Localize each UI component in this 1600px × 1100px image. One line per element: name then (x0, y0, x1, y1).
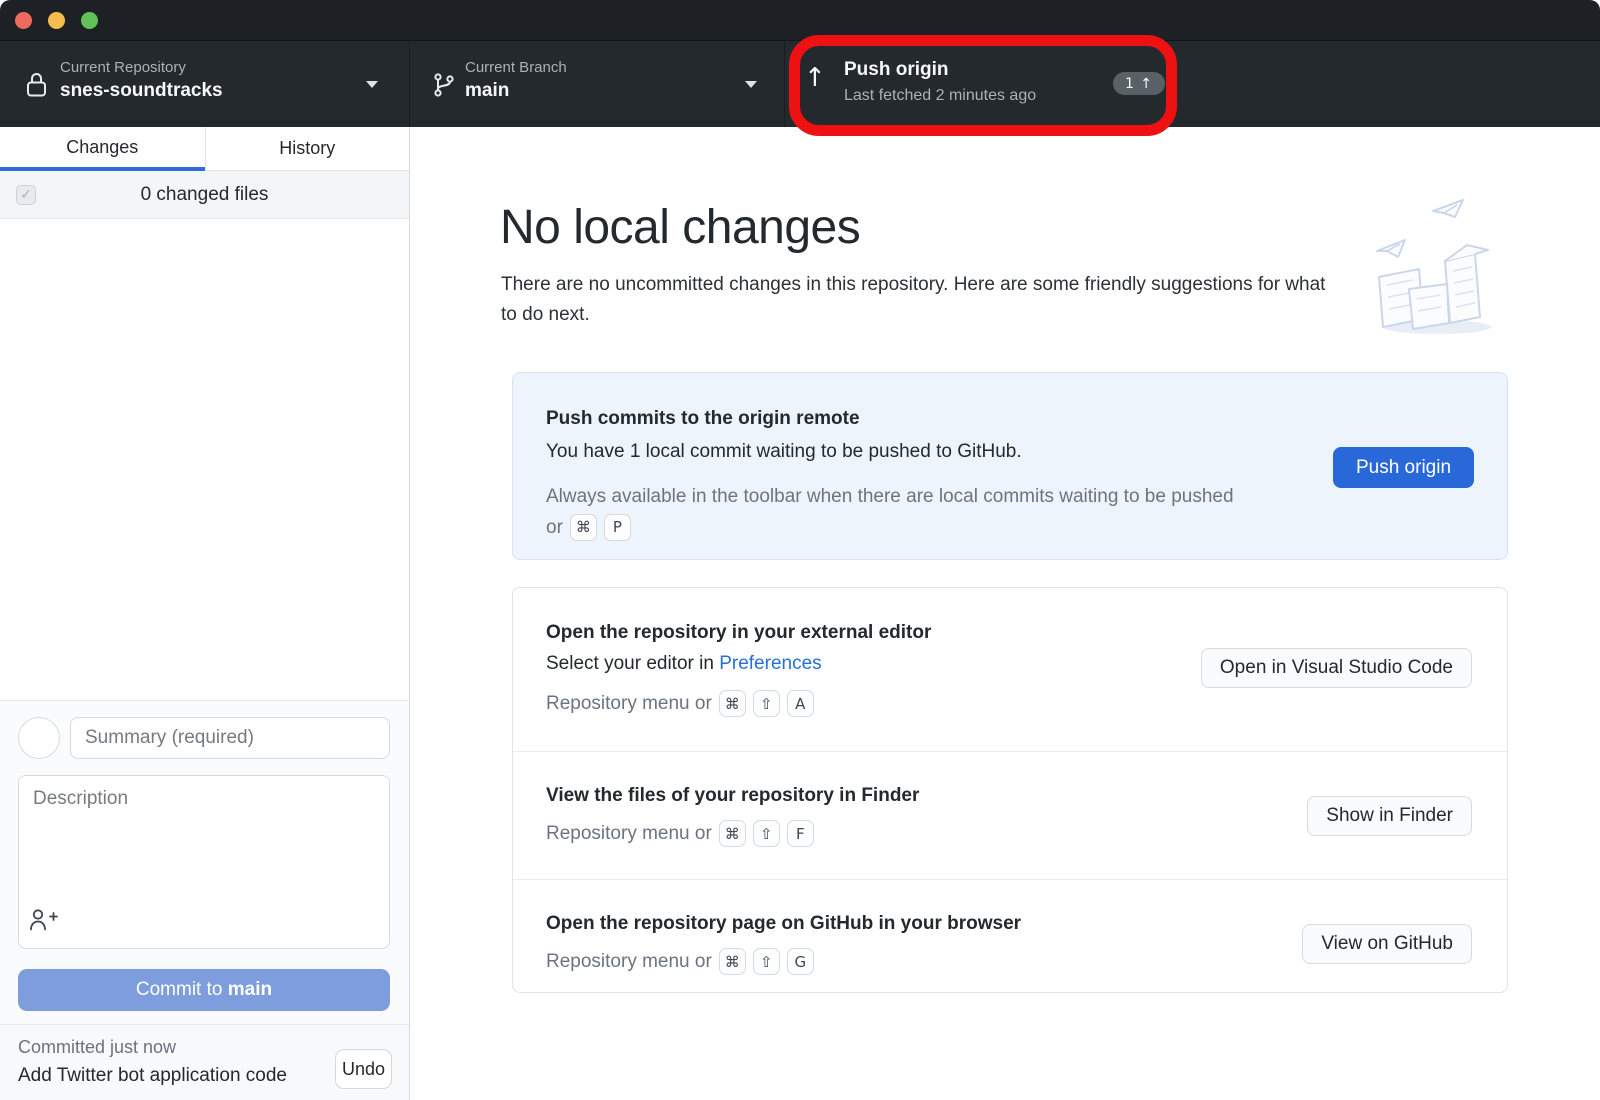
suggestion-hint: Repository menu or⌘⇧F (546, 820, 919, 847)
suggestion-row-github: Open the repository page on GitHub in yo… (513, 879, 1507, 992)
push-origin-toolbar-button[interactable]: ↑ Push origin Last fetched 2 minutes ago… (786, 41, 1164, 127)
key-cmd: ⌘ (570, 514, 597, 541)
tab-history[interactable]: History (205, 127, 410, 171)
key-p: P (604, 514, 631, 541)
add-coauthor-icon[interactable] (28, 907, 58, 938)
avatar (18, 717, 60, 759)
preferences-link[interactable]: Preferences (719, 653, 821, 674)
chevron-down-icon (366, 81, 378, 88)
main-content: No local changes There are no uncommitte… (411, 127, 1600, 1100)
key-shift: ⇧ (753, 690, 780, 717)
suggestion-title: View the files of your repository in Fin… (546, 785, 919, 807)
toolbar: Current Repository snes-soundtracks Curr… (0, 41, 1600, 127)
git-branch-icon (431, 70, 457, 105)
arrow-up-icon: ↑ (804, 65, 826, 91)
current-branch-button[interactable]: Current Branch main (411, 41, 785, 127)
view-on-github-button[interactable]: View on GitHub (1302, 924, 1472, 964)
current-repository-button[interactable]: Current Repository snes-soundtracks (0, 41, 410, 127)
key-shift: ⇧ (753, 820, 780, 847)
key-f: F (787, 820, 814, 847)
summary-input[interactable] (70, 717, 390, 759)
description-input[interactable] (18, 775, 390, 949)
sidebar-tabs: Changes History (0, 127, 409, 171)
show-in-finder-button[interactable]: Show in Finder (1307, 796, 1472, 836)
page-title: No local changes (500, 200, 860, 255)
suggestion-title: Open the repository page on GitHub in yo… (546, 913, 1021, 935)
sidebar: Changes History ✓ 0 changed files Commit… (0, 127, 410, 1100)
key-a: A (787, 690, 814, 717)
key-cmd: ⌘ (719, 820, 746, 847)
suggestion-row-editor: Open the repository in your external edi… (513, 588, 1507, 751)
commit-branch-name: main (228, 979, 272, 1000)
current-repository-value: snes-soundtracks (60, 80, 223, 102)
push-panel-hint: Always available in the toolbar when the… (546, 481, 1236, 543)
commit-status-text: Committed just now (18, 1037, 176, 1058)
commit-message-text: Add Twitter bot application code (18, 1065, 287, 1087)
app-window: Current Repository snes-soundtracks Curr… (0, 0, 1600, 1100)
suggestion-title: Open the repository in your external edi… (546, 622, 931, 644)
key-cmd: ⌘ (719, 690, 746, 717)
changed-files-count: 0 changed files (0, 171, 409, 218)
current-branch-label: Current Branch (465, 59, 567, 76)
last-fetched-text: Last fetched 2 minutes ago (844, 87, 1036, 105)
suggestions-panel: Open the repository in your external edi… (512, 587, 1508, 993)
macos-titlebar (0, 0, 1600, 41)
commit-form: Commit to main (0, 700, 409, 1024)
chevron-down-icon (745, 81, 757, 88)
key-g: G (787, 948, 814, 975)
push-panel-title: Push commits to the origin remote (546, 408, 1236, 430)
push-origin-button[interactable]: Push origin (1333, 447, 1474, 488)
suggestion-line: Select your editor in Preferences (546, 653, 931, 675)
key-cmd: ⌘ (719, 948, 746, 975)
suggestion-hint: Repository menu or⌘⇧G (546, 948, 1021, 975)
open-in-editor-button[interactable]: Open in Visual Studio Code (1201, 648, 1472, 688)
commit-to-main-button[interactable]: Commit to main (18, 969, 390, 1011)
suggestion-row-finder: View the files of your repository in Fin… (513, 751, 1507, 879)
close-window-button[interactable] (15, 12, 32, 29)
minimize-window-button[interactable] (48, 12, 65, 29)
lock-icon (24, 70, 50, 105)
current-repository-label: Current Repository (60, 59, 223, 76)
zoom-window-button[interactable] (81, 12, 98, 29)
push-origin-title: Push origin (844, 59, 1036, 81)
last-commit-row: Committed just now Add Twitter bot appli… (0, 1024, 409, 1100)
push-suggestion-panel: Push commits to the origin remote You ha… (512, 372, 1508, 560)
current-branch-value: main (465, 80, 567, 102)
suggestion-hint: Repository menu or⌘⇧A (546, 690, 931, 717)
push-panel-body: You have 1 local commit waiting to be pu… (546, 441, 1236, 463)
undo-button[interactable]: Undo (335, 1049, 392, 1089)
commits-ahead-badge: 1 ↑ (1113, 72, 1165, 95)
key-shift: ⇧ (753, 948, 780, 975)
changed-files-row: ✓ 0 changed files (0, 171, 409, 219)
empty-state-illustration (1367, 187, 1501, 344)
page-subtitle: There are no uncommitted changes in this… (501, 270, 1346, 330)
tab-changes[interactable]: Changes (0, 127, 205, 171)
